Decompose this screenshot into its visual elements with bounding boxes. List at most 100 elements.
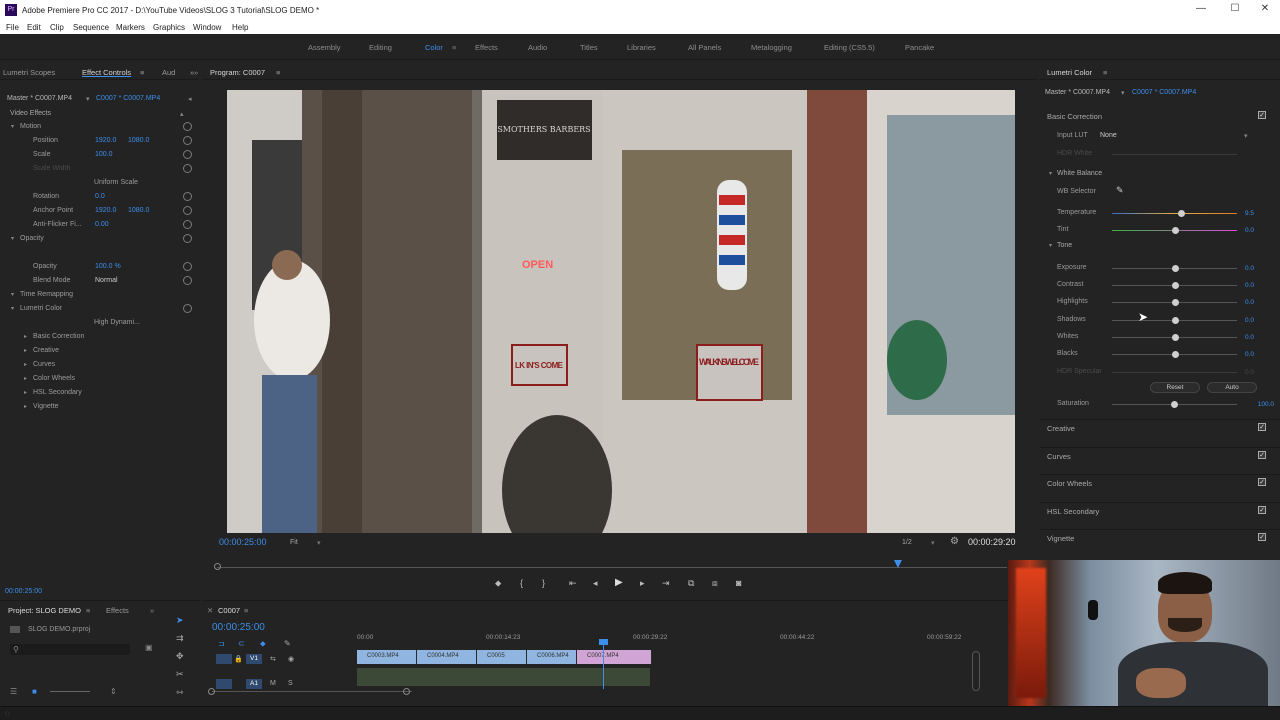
- track-eye-icon[interactable]: ◉: [288, 655, 294, 663]
- scrubber-start-handle[interactable]: [214, 563, 221, 570]
- step-back-icon[interactable]: ◂: [593, 578, 598, 589]
- slider-exposure[interactable]: [1112, 265, 1237, 272]
- effect-row-value[interactable]: 1920.0: [95, 207, 116, 214]
- zoom-dropdown-icon[interactable]: ▾: [317, 539, 321, 547]
- resolution-dropdown-icon[interactable]: ▾: [931, 539, 935, 547]
- twirl-icon[interactable]: ▾: [11, 235, 14, 242]
- selection-tool-icon[interactable]: ➤: [176, 615, 184, 626]
- tab-menu-icon[interactable]: ≡: [140, 68, 144, 77]
- scroll-up-icon[interactable]: ▴: [180, 110, 184, 118]
- slider-value[interactable]: 0.0: [1245, 317, 1254, 324]
- collapse-icon[interactable]: ◂: [188, 95, 192, 103]
- twirl-icon[interactable]: ▾: [11, 305, 14, 312]
- effect-row[interactable]: ▾ Opacity: [0, 232, 198, 246]
- reset-parameter-icon[interactable]: [183, 122, 192, 131]
- timeline-zoom-scrollbar[interactable]: [212, 691, 412, 692]
- effect-row[interactable]: ▾ Lumetri Color: [0, 302, 198, 316]
- slider-value[interactable]: 0.0: [1245, 265, 1254, 272]
- slider-value[interactable]: 0.0: [1245, 282, 1254, 289]
- effect-row[interactable]: Anti-Flicker Fi... 0.00: [0, 218, 198, 232]
- effect-row[interactable]: Rotation 0.0: [0, 190, 198, 204]
- timeline-clip[interactable]: C0006.MP4: [527, 650, 577, 664]
- twirl-icon[interactable]: ▸: [24, 333, 27, 340]
- workspace-all-panels[interactable]: All Panels: [688, 43, 721, 52]
- effect-row[interactable]: ▸ Creative: [0, 344, 198, 358]
- slider-temperature[interactable]: [1112, 210, 1237, 217]
- effect-row-value[interactable]: Normal: [95, 277, 118, 284]
- wrench-icon[interactable]: ⚙: [950, 536, 959, 547]
- workspace-libraries[interactable]: Libraries: [627, 43, 656, 52]
- section-color-wheels[interactable]: Color Wheels: [1047, 479, 1092, 488]
- workspace-editing[interactable]: Editing: [369, 43, 392, 52]
- menu-edit[interactable]: Edit: [27, 23, 41, 32]
- workspace-pancake[interactable]: Pancake: [905, 43, 934, 52]
- close-icon[interactable]: ✕: [1258, 3, 1272, 17]
- slider-knob[interactable]: [1171, 317, 1179, 324]
- reset-button[interactable]: Reset: [1150, 382, 1200, 393]
- effect-row[interactable]: Anchor Point 1920.0 1080.0: [0, 204, 198, 218]
- workspace-titles[interactable]: Titles: [580, 43, 598, 52]
- track-target-a1[interactable]: [216, 679, 232, 689]
- panel-overflow-icon[interactable]: »: [150, 606, 154, 615]
- list-view-icon[interactable]: ☰: [10, 687, 17, 696]
- effect-row[interactable]: Scale Width: [0, 162, 198, 176]
- effect-row-value[interactable]: 1080.0: [128, 137, 149, 144]
- timeline-title[interactable]: C0007: [218, 606, 240, 615]
- effect-row[interactable]: ▸ Vignette: [0, 400, 198, 414]
- effect-source[interactable]: Master * C0007.MP4: [7, 95, 72, 102]
- timeline-clip[interactable]: C0003.MP4: [357, 650, 417, 664]
- timeline-playhead[interactable]: [603, 641, 604, 689]
- timeline-clip[interactable]: C0004.MP4: [417, 650, 477, 664]
- effect-row[interactable]: High Dynami...: [0, 316, 198, 330]
- menu-file[interactable]: File: [6, 23, 19, 32]
- scroll-handle-left[interactable]: [208, 688, 215, 695]
- twirl-icon[interactable]: ▸: [24, 347, 27, 354]
- add-marker-timeline-icon[interactable]: ⬥: [260, 639, 266, 649]
- program-timecode[interactable]: 00:00:25:00: [219, 537, 267, 547]
- play-icon[interactable]: ▶: [615, 577, 623, 588]
- new-bin-icon[interactable]: ▣: [145, 643, 153, 652]
- program-menu-icon[interactable]: ≡: [276, 68, 280, 77]
- resolution-select[interactable]: 1/2: [902, 539, 912, 546]
- scroll-handle-right[interactable]: [403, 688, 410, 695]
- effect-controls-timecode[interactable]: 00:00:25:00: [5, 588, 42, 595]
- sort-icon[interactable]: ⇕: [110, 687, 117, 696]
- ripple-tool-icon[interactable]: ✥: [176, 651, 184, 662]
- auto-button[interactable]: Auto: [1207, 382, 1257, 393]
- tab-project[interactable]: Project: SLOG DEMO: [8, 606, 81, 615]
- tab-lumetri-scopes[interactable]: Lumetri Scopes: [3, 68, 55, 77]
- zoom-fit[interactable]: Fit: [290, 539, 298, 546]
- timeline-close-icon[interactable]: ✕: [207, 606, 213, 615]
- twirl-icon[interactable]: ▸: [24, 389, 27, 396]
- saturation-slider[interactable]: [1112, 401, 1237, 408]
- slider-value[interactable]: 0.0: [1245, 334, 1254, 341]
- effect-row[interactable]: Blend Mode Normal: [0, 274, 198, 288]
- mark-out-icon[interactable]: }: [542, 578, 545, 588]
- workspace-assembly[interactable]: Assembly: [308, 43, 341, 52]
- video-frame[interactable]: SMOTHERS BARBERS WALK IN'S WELCOME LK IN…: [227, 90, 1015, 533]
- section-vignette[interactable]: Vignette: [1047, 534, 1074, 543]
- reset-parameter-icon[interactable]: [183, 234, 192, 243]
- tab-effects[interactable]: Effects: [106, 606, 129, 615]
- add-marker-icon[interactable]: ⬥: [495, 578, 501, 589]
- mark-in-icon[interactable]: {: [520, 578, 523, 588]
- reset-parameter-icon[interactable]: [183, 150, 192, 159]
- effect-row[interactable]: ▸ HSL Secondary: [0, 386, 198, 400]
- linked-selection-icon[interactable]: ⊂: [238, 639, 245, 648]
- twirl-icon[interactable]: ▾: [11, 291, 14, 298]
- track-mute-icon[interactable]: M: [270, 680, 276, 687]
- effect-row[interactable]: [0, 246, 198, 260]
- slider-knob[interactable]: [1171, 334, 1179, 341]
- effect-row[interactable]: Scale 100.0: [0, 148, 198, 162]
- section-enable-checkbox[interactable]: ✓: [1258, 450, 1266, 459]
- timeline-clip[interactable]: C0007.MP4: [577, 650, 652, 664]
- maximize-icon[interactable]: ☐: [1228, 3, 1242, 17]
- workspace-metalogging[interactable]: Metalogging: [751, 43, 792, 52]
- slider-value[interactable]: 9.5: [1245, 210, 1254, 217]
- vertical-scroll[interactable]: [972, 651, 980, 691]
- timeline-playhead-handle[interactable]: [599, 639, 608, 645]
- effect-clip[interactable]: C0007 * C0007.MP4: [96, 95, 160, 102]
- program-scrubber[interactable]: [217, 560, 1007, 568]
- twirl-icon[interactable]: ▸: [24, 403, 27, 410]
- slider-highlights[interactable]: [1112, 299, 1237, 306]
